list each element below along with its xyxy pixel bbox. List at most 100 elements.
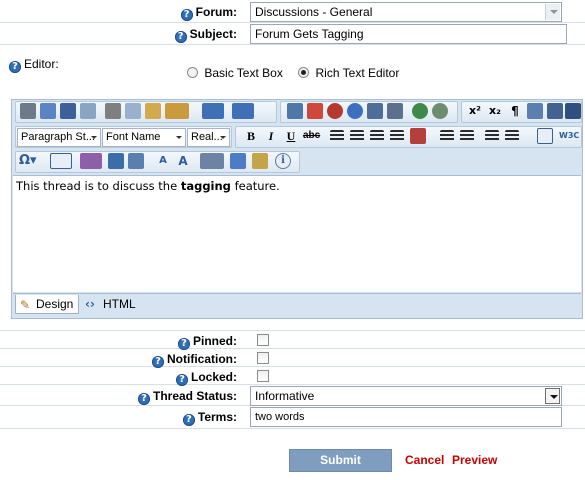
chevron-down-icon[interactable] — [545, 4, 560, 20]
template-manager-icon[interactable] — [367, 103, 383, 119]
undo-icon[interactable] — [202, 103, 224, 119]
fullscreen-icon[interactable] — [80, 103, 96, 119]
find-replace-icon[interactable] — [60, 103, 76, 119]
insert-table-icon[interactable] — [537, 128, 553, 144]
terms-input-value: two words — [255, 411, 305, 423]
chevron-down-icon — [176, 136, 182, 139]
horizontal-rule-icon[interactable] — [547, 103, 563, 119]
paste-icon[interactable] — [145, 103, 161, 119]
strikethrough-icon[interactable]: abc — [303, 128, 320, 144]
unlink-icon[interactable] — [432, 103, 448, 119]
forum-row: ? Forum: Discussions - General — [0, 0, 585, 23]
print-icon[interactable] — [20, 103, 36, 119]
notification-checkbox[interactable] — [257, 352, 269, 364]
font-name-dropdown[interactable]: Font Name — [102, 128, 186, 147]
radio-rich-text-editor[interactable] — [298, 67, 310, 78]
chevron-down-icon — [220, 136, 226, 139]
media-manager-icon[interactable] — [347, 103, 363, 119]
insert-date-icon[interactable] — [527, 103, 543, 119]
chevron-down-icon — [91, 136, 97, 139]
paragraph-icon[interactable]: ¶ — [507, 103, 523, 119]
format-painter-icon[interactable] — [410, 128, 426, 144]
paragraph-style-dropdown[interactable]: Paragraph St... — [17, 128, 101, 147]
radio-basic-text-box[interactable] — [187, 67, 198, 78]
image-manager-icon[interactable] — [287, 103, 303, 119]
track-changes-icon[interactable] — [252, 153, 268, 169]
image-map-icon[interactable] — [128, 153, 144, 169]
forum-select-value: Discussions - General — [255, 5, 373, 19]
notification-row: ? Notification: — [0, 349, 585, 368]
tab-html[interactable]: ‹› HTML — [83, 295, 143, 314]
chevron-down-icon[interactable] — [545, 388, 560, 404]
align-left-icon[interactable] — [330, 130, 344, 142]
indent-icon[interactable] — [440, 130, 454, 142]
italic-icon[interactable]: I — [263, 128, 279, 144]
outdent-icon[interactable] — [460, 130, 474, 142]
help-icon[interactable]: ? — [137, 393, 150, 405]
link-icon[interactable] — [412, 103, 428, 119]
code-brackets-icon: ‹› — [85, 297, 95, 311]
align-right-icon[interactable] — [370, 130, 384, 142]
flash-manager-icon[interactable] — [327, 103, 343, 119]
module-manager-icon[interactable] — [200, 153, 224, 169]
bold-icon[interactable]: B — [243, 128, 259, 144]
bullet-list-icon[interactable] — [505, 130, 519, 142]
spellcheck-icon[interactable] — [40, 103, 56, 119]
thread-status-select[interactable]: Informative — [250, 386, 562, 406]
help-icon[interactable]: ? — [182, 414, 195, 426]
forum-select[interactable]: Discussions - General — [250, 2, 562, 22]
toolbar-row-2: Paragraph St... Font Name Real... B I U … — [12, 125, 582, 149]
help-icon[interactable]: ? — [9, 61, 21, 73]
special-characters-icon[interactable]: Ω▾ — [19, 153, 43, 169]
xhtml-validator-icon[interactable]: W3C — [559, 128, 579, 144]
locked-checkbox[interactable] — [257, 370, 269, 382]
tab-design-label: Design — [36, 297, 74, 311]
table-icon[interactable] — [50, 153, 72, 169]
help-icon[interactable]: ? — [174, 31, 187, 43]
redo-icon[interactable] — [232, 103, 254, 119]
subscript-icon[interactable]: x₂ — [487, 103, 503, 119]
locked-row: ? Locked: — [0, 367, 585, 386]
paste-options-icon[interactable] — [165, 103, 189, 119]
editor-content-bold: tagging — [180, 179, 231, 193]
pinned-row: ? Pinned: — [0, 331, 585, 350]
insert-snippet-icon[interactable] — [80, 153, 102, 169]
radio-basic-text-box-label[interactable]: Basic Text Box — [204, 66, 282, 80]
subject-row: ? Subject: Forum Gets Tagging — [0, 23, 585, 45]
forum-label-wrap: ? Forum: — [180, 5, 237, 21]
subject-input[interactable]: Forum Gets Tagging — [250, 24, 567, 44]
locked-label-wrap: ? Locked: — [175, 370, 237, 386]
convert-lowercase-icon[interactable]: A — [155, 153, 171, 169]
underline-icon[interactable]: U — [283, 128, 299, 144]
editor-content-area[interactable]: This thread is to discuss the tagging fe… — [13, 175, 581, 292]
align-center-icon[interactable] — [350, 130, 364, 142]
superscript-icon[interactable]: x² — [467, 103, 483, 119]
align-justify-icon[interactable] — [390, 130, 404, 142]
cancel-link[interactable]: Cancel — [405, 453, 444, 467]
terms-input[interactable]: two words — [250, 407, 562, 427]
cut-icon[interactable] — [105, 103, 121, 119]
font-size-dropdown[interactable]: Real... — [187, 128, 230, 147]
info-icon[interactable]: i — [275, 153, 291, 169]
select-all-icon[interactable] — [108, 153, 124, 169]
copy-icon[interactable] — [125, 103, 141, 119]
preview-link[interactable]: Preview — [452, 453, 497, 467]
editor-label-wrap: ? Editor: — [9, 57, 59, 73]
convert-uppercase-icon[interactable]: A — [175, 153, 191, 169]
help-icon[interactable]: ? — [180, 9, 193, 21]
save-icon[interactable] — [387, 103, 403, 119]
subject-label: Subject: — [189, 27, 237, 41]
format-block-icon[interactable] — [565, 103, 581, 119]
editor-mode-tabs: ✎ Design ‹› HTML — [13, 293, 581, 318]
thread-status-row: ? Thread Status: Informative — [0, 385, 585, 406]
document-manager-icon[interactable] — [307, 103, 323, 119]
terms-label-wrap: ? Terms: — [182, 410, 237, 426]
radio-rich-text-editor-label[interactable]: Rich Text Editor — [316, 66, 400, 80]
pinned-checkbox[interactable] — [257, 334, 269, 346]
tab-design[interactable]: ✎ Design — [15, 295, 79, 314]
numbered-list-icon[interactable] — [485, 130, 499, 142]
radio-selected-dot — [301, 70, 307, 75]
notification-label-wrap: ? Notification: — [152, 352, 237, 368]
submit-button[interactable]: Submit — [289, 449, 392, 472]
toggle-borders-icon[interactable] — [230, 153, 246, 169]
